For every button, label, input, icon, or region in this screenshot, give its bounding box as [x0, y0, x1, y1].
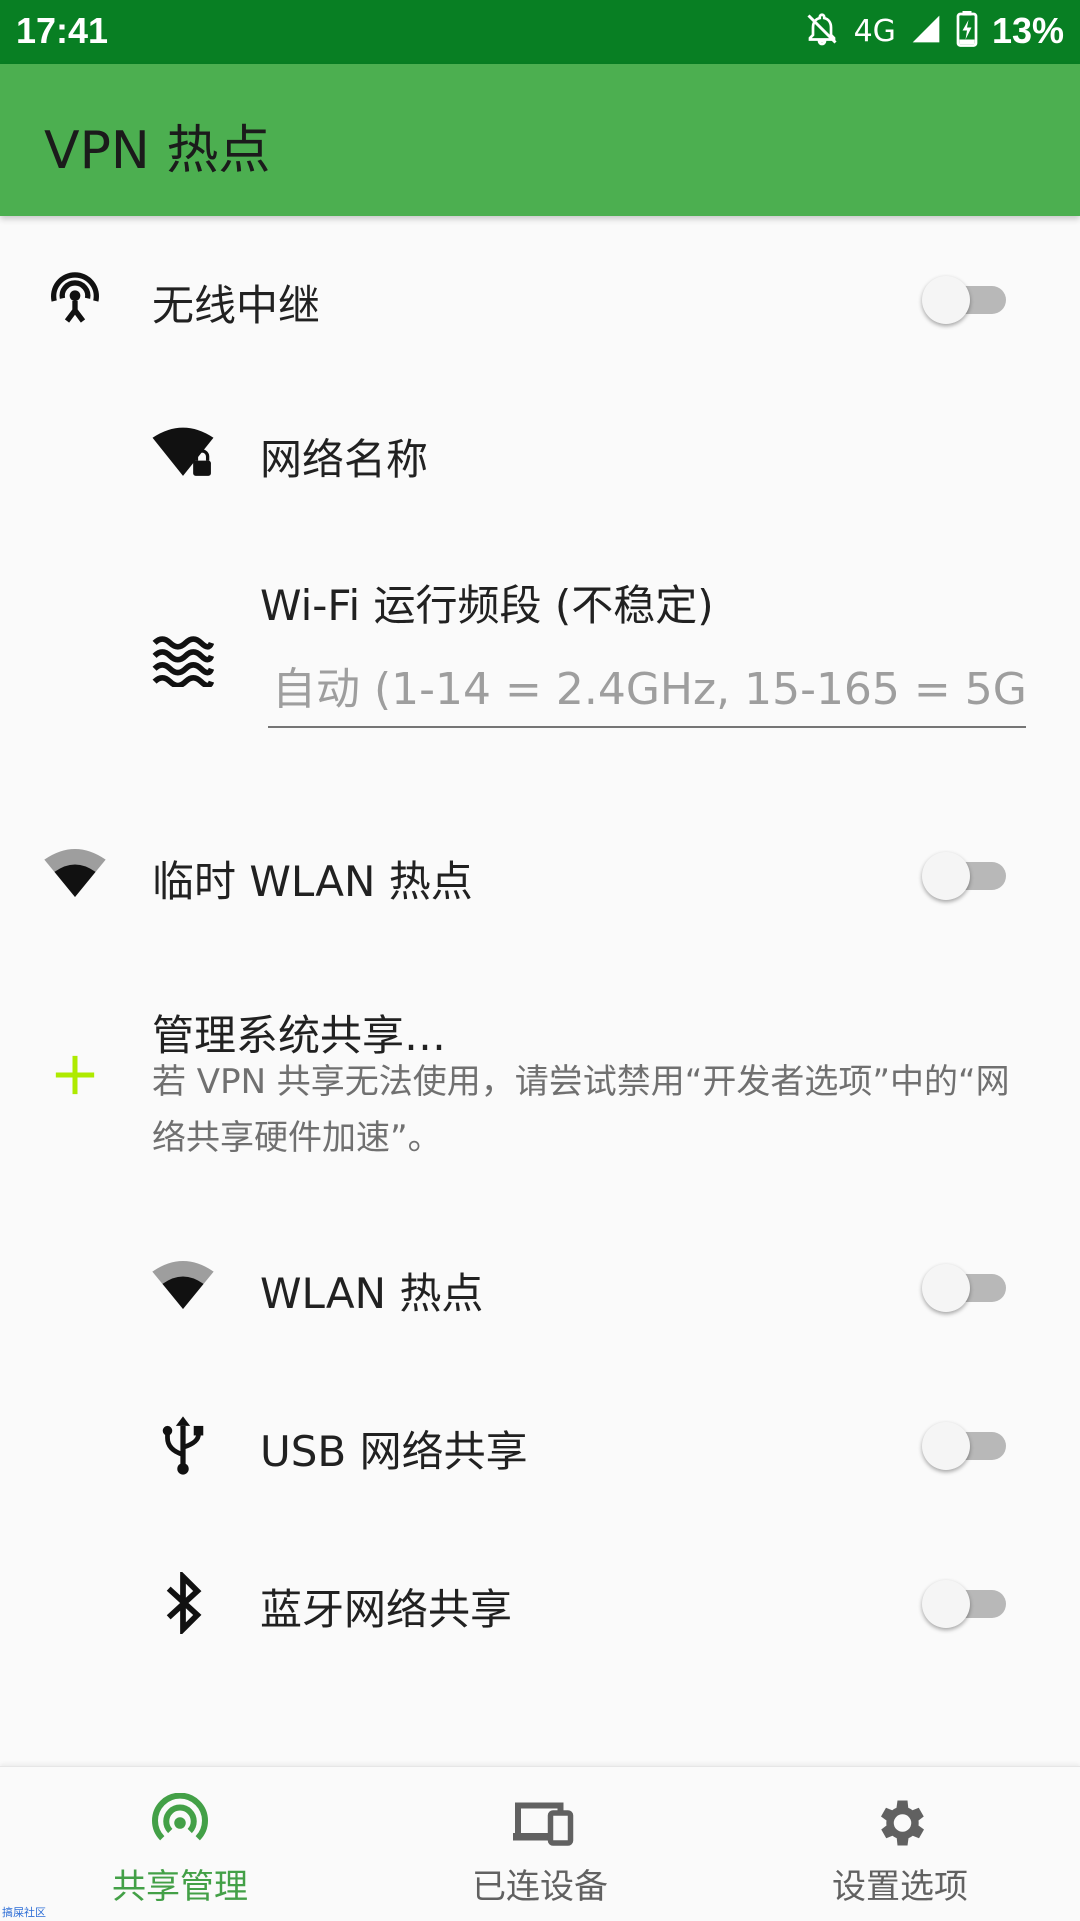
nav-tethering-label: 共享管理: [112, 1867, 248, 1907]
wifi-icon: [150, 1252, 216, 1318]
bluetooth-tethering-label: 蓝牙网络共享: [260, 1585, 513, 1634]
signal-icon: [910, 13, 942, 49]
manage-tethering-summary: 若 VPN 共享无法使用，请尝试禁用“开发者选项”中的“网络共享硬件加速”。: [152, 1062, 1010, 1158]
bluetooth-tethering-row[interactable]: 蓝牙网络共享: [0, 1548, 1080, 1656]
wifi-icon: [42, 840, 108, 906]
devices-icon: [510, 1793, 574, 1853]
repeater-label: 无线中继: [152, 281, 321, 330]
status-icons: 4G 13%: [804, 10, 1064, 52]
wifi-tethering-icon: [42, 264, 108, 330]
usb-tethering-label: USB 网络共享: [260, 1427, 528, 1476]
repeater-row[interactable]: 无线中继: [0, 244, 1080, 352]
notifications-off-icon: [804, 11, 840, 51]
switch-thumb: [922, 1422, 970, 1470]
wlan-hotspot-switch[interactable]: [922, 1256, 1006, 1316]
wlan-hotspot-label: WLAN 热点: [260, 1269, 484, 1318]
add-icon: [42, 1042, 108, 1108]
nav-settings[interactable]: 设置选项: [720, 1767, 1080, 1921]
nav-settings-label: 设置选项: [832, 1867, 968, 1907]
bottom-navigation: 共享管理 已连设备 设置选项: [0, 1766, 1080, 1921]
watermark: 搞屎社区: [2, 1906, 46, 1919]
temp-hotspot-row[interactable]: 临时 WLAN 热点: [0, 820, 1080, 928]
usb-icon: [150, 1412, 216, 1478]
wlan-hotspot-row[interactable]: WLAN 热点: [0, 1232, 1080, 1340]
repeater-switch[interactable]: [922, 268, 1006, 328]
status-bar: 17:41 4G 13%: [0, 0, 1080, 64]
usb-tethering-row[interactable]: USB 网络共享: [0, 1390, 1080, 1498]
bluetooth-tethering-switch[interactable]: [922, 1572, 1006, 1632]
bluetooth-icon: [150, 1570, 216, 1636]
temp-hotspot-switch[interactable]: [922, 844, 1006, 904]
nav-clients-label: 已连设备: [472, 1867, 608, 1907]
temp-hotspot-label: 临时 WLAN 热点: [152, 857, 473, 906]
hotspot-icon: [150, 1792, 210, 1853]
switch-thumb: [922, 1264, 970, 1312]
network-name-item[interactable]: 网络名称: [0, 400, 1080, 500]
nav-clients[interactable]: 已连设备: [360, 1767, 720, 1921]
battery-charging-icon: [956, 11, 978, 51]
wifi-band-label: Wi-Fi 运行频段 (不稳定): [260, 581, 714, 630]
switch-thumb: [922, 852, 970, 900]
waves-icon: [150, 628, 216, 694]
switch-thumb: [922, 276, 970, 324]
nav-tethering[interactable]: 共享管理: [0, 1767, 360, 1921]
network-type: 4G: [853, 13, 896, 49]
page-title: VPN 热点: [44, 121, 271, 181]
usb-tethering-switch[interactable]: [922, 1414, 1006, 1474]
status-time: 17:41: [16, 10, 109, 51]
battery-percentage: 13%: [991, 10, 1064, 51]
wifi-lock-icon: [150, 420, 216, 486]
switch-thumb: [922, 1580, 970, 1628]
network-name-label: 网络名称: [260, 435, 429, 484]
wifi-band-input[interactable]: [268, 652, 1026, 728]
app-bar: VPN 热点: [0, 64, 1080, 216]
gear-icon: [870, 1793, 930, 1853]
